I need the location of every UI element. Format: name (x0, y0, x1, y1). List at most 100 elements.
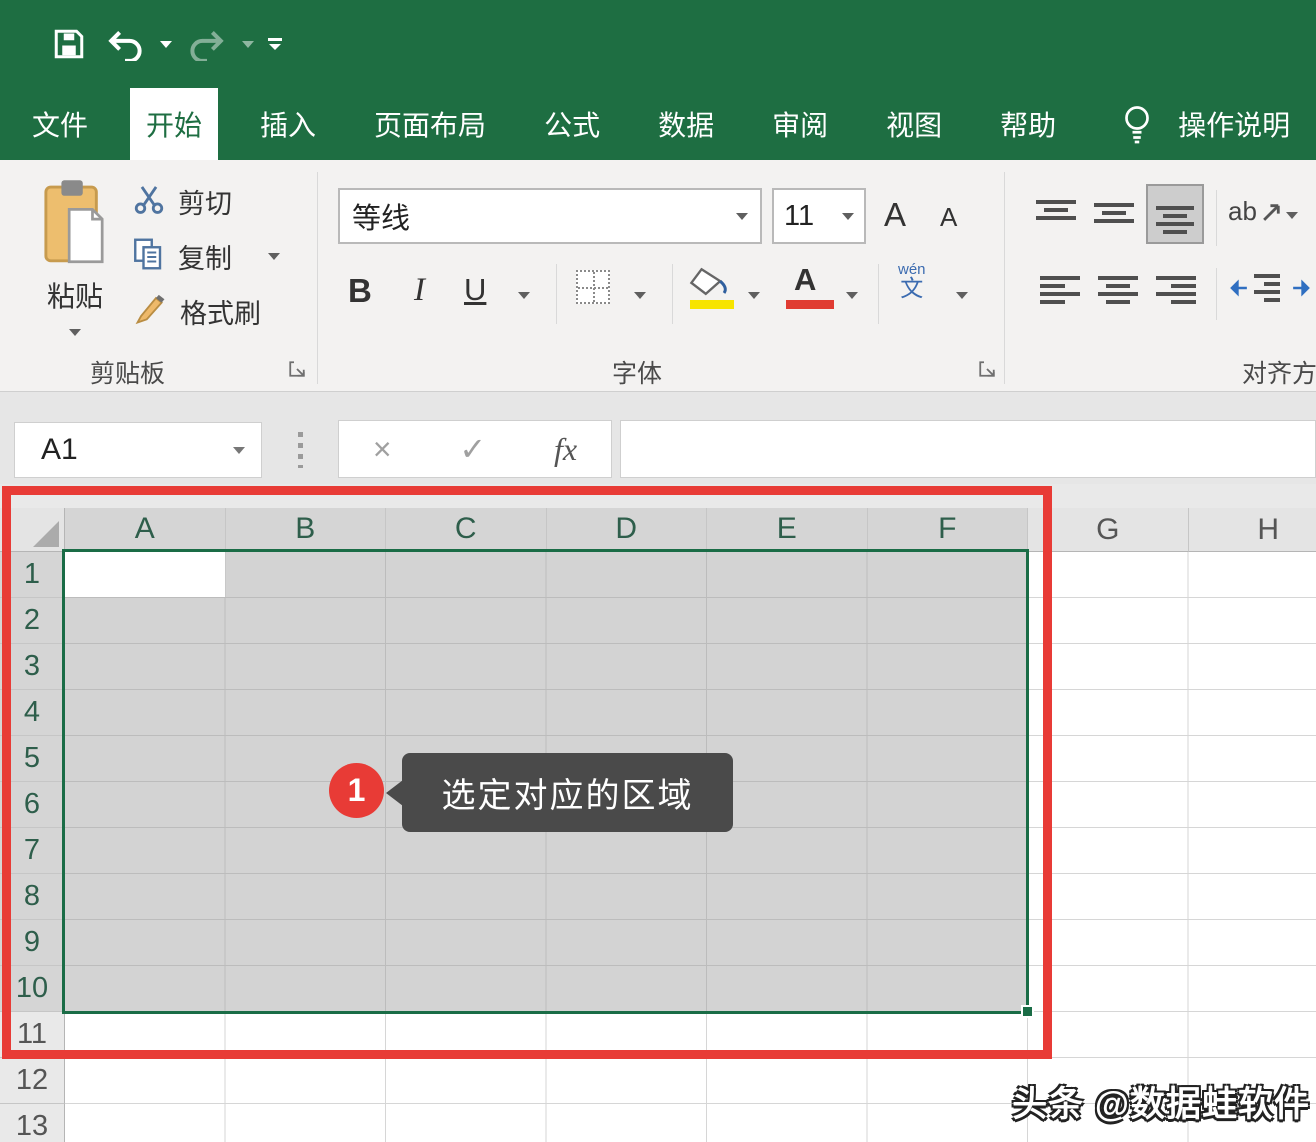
tab-公式[interactable]: 公式 (528, 88, 616, 160)
row-header-13[interactable]: 13 (0, 1104, 65, 1142)
fill-color-dropdown-icon[interactable] (748, 292, 760, 299)
row-header-7[interactable]: 7 (0, 828, 65, 874)
tab-帮助[interactable]: 帮助 (984, 88, 1072, 160)
top-align-icon (1036, 200, 1076, 226)
row-header-5[interactable]: 5 (0, 736, 65, 782)
bold-button[interactable]: B (348, 272, 372, 310)
fill-handle[interactable] (1021, 1005, 1034, 1018)
customize-quick-access-icon[interactable] (268, 38, 282, 50)
borders-button[interactable] (576, 270, 610, 304)
active-cell-a1[interactable] (65, 552, 225, 597)
italic-button[interactable]: I (414, 272, 425, 309)
font-size-dropdown-icon[interactable] (842, 213, 854, 220)
tab-文件[interactable]: 文件 (16, 88, 104, 160)
fill-color-button[interactable] (688, 266, 732, 303)
row-header-2[interactable]: 2 (0, 598, 65, 644)
name-box-dropdown-icon[interactable] (233, 447, 245, 454)
redo-icon[interactable] (186, 22, 228, 66)
underline-button[interactable]: U (464, 272, 486, 308)
row-header-12[interactable]: 12 (0, 1058, 65, 1104)
name-box-value: A1 (41, 433, 233, 467)
name-box[interactable]: A1 (14, 422, 262, 478)
column-header-A[interactable]: A (65, 508, 226, 552)
cut-button[interactable]: 剪切 (132, 182, 232, 221)
paste-button[interactable]: 粘贴 (36, 178, 114, 328)
align-right-icon (1156, 276, 1196, 304)
cancel-icon[interactable]: × (373, 431, 392, 468)
align-center-icon (1098, 276, 1138, 304)
tab-页面布局[interactable]: 页面布局 (358, 88, 502, 160)
decrease-font-size-button[interactable]: A (940, 202, 957, 233)
phonetic-guide-button[interactable]: wén 文 (898, 262, 926, 300)
enter-icon[interactable]: ✓ (459, 430, 486, 468)
undo-dropdown-icon[interactable] (160, 41, 172, 48)
paste-dropdown-icon[interactable] (69, 329, 81, 336)
row-header-8[interactable]: 8 (0, 874, 65, 920)
middle-align-button[interactable] (1094, 200, 1134, 226)
undo-icon[interactable] (104, 22, 146, 66)
decrease-indent-arrow-icon (1228, 277, 1250, 299)
select-all-button[interactable] (0, 508, 65, 552)
decrease-indent-button[interactable] (1228, 274, 1280, 302)
annotation-step-badge: 1 (329, 763, 384, 818)
row-header-3[interactable]: 3 (0, 644, 65, 690)
orientation-dropdown-icon[interactable] (1286, 212, 1298, 219)
lightbulb-icon[interactable] (1122, 88, 1152, 160)
row-header-9[interactable]: 9 (0, 920, 65, 966)
row-header-11[interactable]: 11 (0, 1012, 65, 1058)
paste-icon (42, 178, 108, 271)
sheet-top-strip (0, 484, 1316, 508)
row-header-1[interactable]: 1 (0, 552, 65, 598)
top-align-button[interactable] (1036, 200, 1076, 226)
formula-input[interactable] (620, 420, 1316, 478)
row-header-4[interactable]: 4 (0, 690, 65, 736)
align-center-button[interactable] (1098, 276, 1138, 304)
column-header-G[interactable]: G (1028, 508, 1189, 552)
ribbon-tab-bar: 文件开始插入页面布局公式数据审阅视图帮助 操作说明 (0, 88, 1316, 160)
formula-bar-resize-handle[interactable] (298, 432, 303, 468)
column-header-B[interactable]: B (226, 508, 387, 552)
font-name-dropdown-icon[interactable] (736, 213, 748, 220)
redo-dropdown-icon[interactable] (242, 41, 254, 48)
bottom-align-button[interactable] (1146, 184, 1204, 244)
column-header-D[interactable]: D (547, 508, 708, 552)
column-header-C[interactable]: C (386, 508, 547, 552)
paste-label: 粘贴 (47, 275, 103, 315)
tab-数据[interactable]: 数据 (642, 88, 730, 160)
align-right-button[interactable] (1156, 276, 1196, 304)
column-header-F[interactable]: F (868, 508, 1029, 552)
format-painter-icon (134, 292, 168, 331)
select-all-triangle-icon (33, 521, 59, 547)
borders-dropdown-icon[interactable] (634, 292, 646, 299)
watermark: 头条 @数据蛙软件 (1012, 1076, 1310, 1127)
increase-indent-button[interactable] (1290, 274, 1316, 302)
font-dialog-launcher-icon[interactable] (978, 360, 996, 378)
tab-操作说明[interactable]: 操作说明 (1162, 88, 1306, 160)
row-header-6[interactable]: 6 (0, 782, 65, 828)
font-name-select[interactable]: 等线 (338, 188, 762, 244)
font-color-button[interactable]: A (794, 262, 816, 298)
save-icon[interactable] (48, 22, 90, 66)
insert-function-icon[interactable]: fx (554, 431, 577, 468)
tab-视图[interactable]: 视图 (870, 88, 958, 160)
underline-dropdown-icon[interactable] (518, 292, 530, 299)
orientation-arrow-icon (1261, 201, 1283, 223)
copy-dropdown-icon[interactable] (268, 253, 280, 260)
column-header-H[interactable]: H (1189, 508, 1316, 552)
copy-button[interactable]: 复制 (130, 236, 280, 277)
phonetic-dropdown-icon[interactable] (956, 292, 968, 299)
formula-bar-row: A1 × ✓ fx (0, 392, 1316, 484)
font-size-select[interactable]: 11 (772, 188, 866, 244)
tab-插入[interactable]: 插入 (244, 88, 332, 160)
column-header-E[interactable]: E (707, 508, 868, 552)
font-color-dropdown-icon[interactable] (846, 292, 858, 299)
format-painter-button[interactable]: 格式刷 (134, 292, 261, 331)
orientation-button[interactable]: ab (1228, 196, 1283, 227)
clipboard-dialog-launcher-icon[interactable] (288, 360, 306, 378)
tab-审阅[interactable]: 审阅 (756, 88, 844, 160)
fill-color-icon (688, 266, 732, 303)
align-left-button[interactable] (1040, 276, 1080, 304)
increase-font-size-button[interactable]: A (884, 196, 906, 234)
tab-开始[interactable]: 开始 (130, 88, 218, 160)
row-header-10[interactable]: 10 (0, 966, 65, 1012)
